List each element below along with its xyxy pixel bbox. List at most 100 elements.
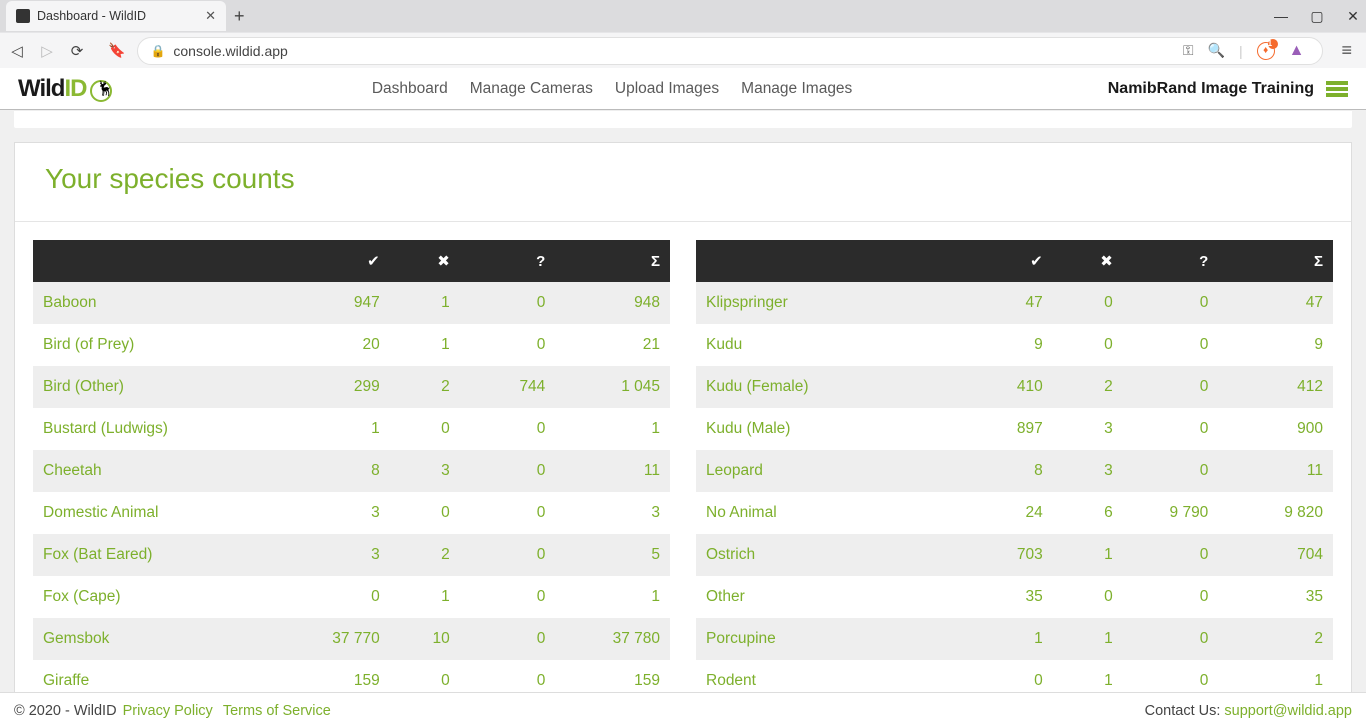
privacy-link[interactable]: Privacy Policy <box>123 703 213 719</box>
terms-link[interactable]: Terms of Service <box>223 703 331 719</box>
species-name[interactable]: Domestic Animal <box>33 492 288 534</box>
species-count-x: 0 <box>390 660 460 692</box>
contact-email-link[interactable]: support@wildid.app <box>1224 703 1352 719</box>
zoom-icon[interactable]: 🔍 <box>1208 42 1225 59</box>
species-count-ok: 3 <box>288 492 390 534</box>
reload-button[interactable]: ⟳ <box>68 42 86 60</box>
species-name[interactable]: Porcupine <box>696 618 951 660</box>
browser-tab[interactable]: Dashboard - WildID ✕ <box>6 1 226 31</box>
species-count-ok: 703 <box>951 534 1053 576</box>
species-name[interactable]: Fox (Cape) <box>33 576 288 618</box>
species-count-q: 744 <box>460 366 556 408</box>
col-rejected <box>390 240 460 282</box>
tab-title: Dashboard - WildID <box>37 9 198 23</box>
species-count-q: 0 <box>1123 282 1219 324</box>
species-count-ok: 24 <box>951 492 1053 534</box>
species-name[interactable]: Other <box>696 576 951 618</box>
species-name[interactable]: Giraffe <box>33 660 288 692</box>
species-name[interactable]: Fox (Bat Eared) <box>33 534 288 576</box>
species-count-sum: 1 045 <box>555 366 670 408</box>
previous-card-edge <box>14 110 1352 128</box>
logo[interactable]: WildID <box>18 75 116 103</box>
forward-button[interactable]: ▷ <box>38 42 56 60</box>
species-name[interactable]: Bird (Other) <box>33 366 288 408</box>
table-row: No Animal2469 7909 820 <box>696 492 1333 534</box>
maximize-button[interactable]: ▢ <box>1310 8 1324 25</box>
table-row: Kudu (Female)41020412 <box>696 366 1333 408</box>
species-count-x: 0 <box>1053 324 1123 366</box>
species-count-x: 3 <box>1053 450 1123 492</box>
species-name[interactable]: Ostrich <box>696 534 951 576</box>
species-count-x: 0 <box>390 492 460 534</box>
bookmark-icon[interactable]: 🔖 <box>108 42 125 59</box>
nav-dashboard[interactable]: Dashboard <box>372 80 448 98</box>
species-name[interactable]: Kudu (Male) <box>696 408 951 450</box>
species-count-q: 0 <box>460 660 556 692</box>
species-count-x: 2 <box>390 366 460 408</box>
species-name[interactable]: Rodent <box>696 660 951 692</box>
species-count-q: 0 <box>460 576 556 618</box>
species-count-x: 0 <box>1053 282 1123 324</box>
check-icon <box>367 253 380 270</box>
species-count-sum: 1 <box>555 576 670 618</box>
species-count-q: 0 <box>460 282 556 324</box>
species-count-ok: 35 <box>951 576 1053 618</box>
species-name[interactable]: Kudu (Female) <box>696 366 951 408</box>
species-count-x: 0 <box>1053 576 1123 618</box>
close-window-button[interactable]: ✕ <box>1346 8 1360 25</box>
close-tab-icon[interactable]: ✕ <box>205 8 216 24</box>
key-icon[interactable]: ⚿ <box>1183 42 1194 59</box>
app-menu-button[interactable] <box>1326 81 1348 97</box>
species-count-sum: 412 <box>1218 366 1333 408</box>
species-name[interactable]: Baboon <box>33 282 288 324</box>
shield-icon[interactable]: ♦ <box>1257 42 1275 60</box>
nav-manage-images[interactable]: Manage Images <box>741 80 852 98</box>
back-button[interactable]: ◁ <box>8 42 26 60</box>
species-count-sum: 37 780 <box>555 618 670 660</box>
species-count-sum: 1 <box>1218 660 1333 692</box>
nav-upload-images[interactable]: Upload Images <box>615 80 719 98</box>
species-count-x: 2 <box>1053 366 1123 408</box>
table-row: Bustard (Ludwigs)1001 <box>33 408 670 450</box>
species-name[interactable]: Bird (of Prey) <box>33 324 288 366</box>
species-count-x: 10 <box>390 618 460 660</box>
species-count-q: 0 <box>1123 408 1219 450</box>
content-scroll[interactable]: Your species counts Baboon94710948Bird (… <box>0 110 1366 692</box>
species-count-sum: 21 <box>555 324 670 366</box>
project-name: NamibRand Image Training <box>1108 80 1314 98</box>
extension-icon[interactable]: ▲ <box>1289 42 1305 60</box>
species-count-ok: 20 <box>288 324 390 366</box>
question-icon <box>1199 253 1208 270</box>
species-count-x: 3 <box>390 450 460 492</box>
species-name[interactable]: Leopard <box>696 450 951 492</box>
species-count-x: 0 <box>390 408 460 450</box>
species-count-x: 3 <box>1053 408 1123 450</box>
species-count-q: 0 <box>1123 618 1219 660</box>
table-row: Cheetah83011 <box>33 450 670 492</box>
species-card: Your species counts Baboon94710948Bird (… <box>14 142 1352 692</box>
col-total <box>1218 240 1333 282</box>
species-name[interactable]: Klipspringer <box>696 282 951 324</box>
table-row: Giraffe15900159 <box>33 660 670 692</box>
species-name[interactable]: Cheetah <box>33 450 288 492</box>
species-count-ok: 410 <box>951 366 1053 408</box>
new-tab-button[interactable]: + <box>226 6 253 27</box>
page-title: Your species counts <box>15 143 1351 222</box>
species-count-ok: 0 <box>288 576 390 618</box>
browser-chrome: Dashboard - WildID ✕ + ― ▢ ✕ ◁ ▷ ⟳ 🔖 🔒 c… <box>0 0 1366 68</box>
species-count-ok: 1 <box>288 408 390 450</box>
species-count-sum: 3 <box>555 492 670 534</box>
nav-manage-cameras[interactable]: Manage Cameras <box>470 80 593 98</box>
minimize-button[interactable]: ― <box>1274 8 1288 24</box>
species-count-ok: 3 <box>288 534 390 576</box>
contact-text: Contact Us: support@wildid.app <box>1145 703 1352 719</box>
species-name[interactable]: No Animal <box>696 492 951 534</box>
url-bar[interactable]: 🔒 console.wildid.app ⚿ 🔍 | ♦ ▲ <box>137 37 1323 65</box>
species-name[interactable]: Gemsbok <box>33 618 288 660</box>
species-name[interactable]: Bustard (Ludwigs) <box>33 408 288 450</box>
table-row: Ostrich70310704 <box>696 534 1333 576</box>
table-row: Klipspringer470047 <box>696 282 1333 324</box>
species-name[interactable]: Kudu <box>696 324 951 366</box>
species-count-x: 1 <box>390 282 460 324</box>
browser-menu-button[interactable]: ≡ <box>1335 40 1358 61</box>
